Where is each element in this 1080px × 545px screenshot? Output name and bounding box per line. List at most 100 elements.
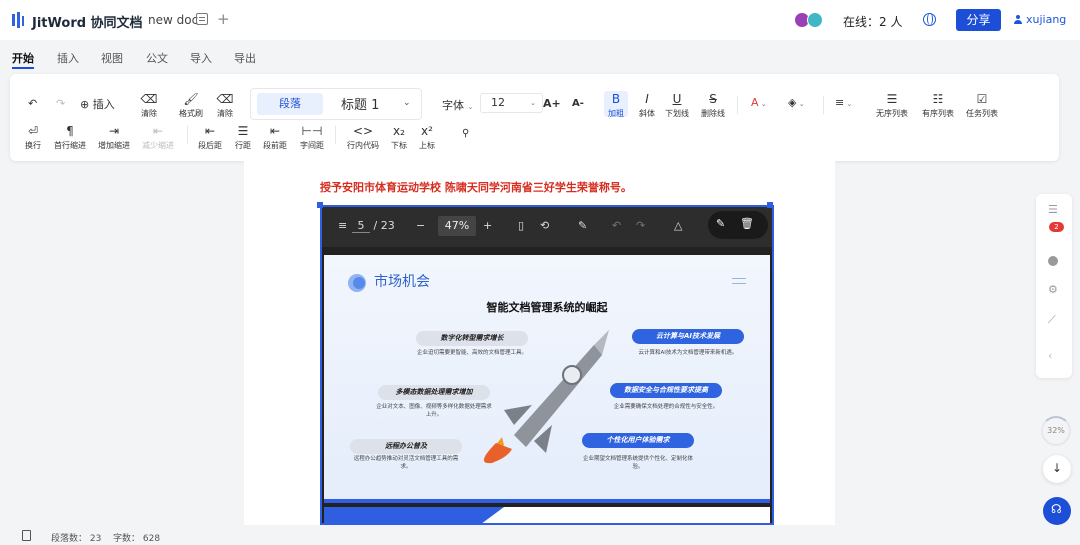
code-icon: <> xyxy=(352,124,374,138)
pdf-embed[interactable]: ≡ 5 / 23 − 47% + ▯ ⟲ ✎ ↶ ↷ △ ✎ 🗑 市场机会 智能… xyxy=(320,205,774,525)
subscript-button[interactable]: x₂ 下标 xyxy=(388,124,410,151)
para-before-button[interactable]: ⇤ 段前距 xyxy=(260,124,290,151)
delete-icon[interactable]: 🗑 xyxy=(740,217,754,230)
line-height-button[interactable]: ☰ 行距 xyxy=(232,124,254,151)
tab-export[interactable]: 导出 xyxy=(234,50,256,66)
superscript-icon: x² xyxy=(421,124,433,138)
online-avatars[interactable] xyxy=(794,12,826,28)
insert-button[interactable]: ⊕ 插入 xyxy=(80,96,115,112)
page-total: / 23 xyxy=(373,219,395,232)
document-icon[interactable] xyxy=(22,530,31,541)
bullet-list-button[interactable]: ☰ 无序列表 xyxy=(872,92,912,119)
embed-actions: ✎ 🗑 xyxy=(708,211,768,239)
wrap-button[interactable]: ⏎ 换行 xyxy=(22,124,44,151)
top-bar: JitWord 协同文档 new doc + 在线：2 人 分享 xujiang xyxy=(0,0,1080,40)
bold-icon: B xyxy=(611,92,621,106)
strikethrough-button[interactable]: S 删除线 xyxy=(700,92,726,119)
italic-button[interactable]: I 斜体 xyxy=(636,92,658,119)
menu-icon[interactable]: ≡ xyxy=(338,219,347,232)
clear-button[interactable]: ⌫ 清除 xyxy=(138,92,160,119)
annotate-icon[interactable]: △ xyxy=(674,219,682,232)
page-indicator: 5 / 23 xyxy=(352,219,395,233)
paragraph-style-select[interactable]: 段落 标题 1 ⌄ xyxy=(250,88,422,120)
share-button[interactable]: 分享 xyxy=(956,9,1001,31)
collapse-icon[interactable]: ‹ xyxy=(1048,350,1060,362)
tab-insert[interactable]: 插入 xyxy=(57,50,79,66)
zoom-level[interactable]: 47% xyxy=(438,216,476,236)
edit-icon[interactable]: ✎ xyxy=(716,217,725,230)
slide-footer-bar xyxy=(324,499,770,503)
redo-icon[interactable]: ↷ xyxy=(636,219,645,232)
task-list-icon: ☑ xyxy=(976,92,988,106)
bold-button[interactable]: B 加粗 xyxy=(604,91,628,118)
user-menu[interactable]: xujiang xyxy=(1014,13,1066,26)
inline-code-button[interactable]: <> 行内代码 xyxy=(344,124,382,151)
underline-button[interactable]: U 下划线 xyxy=(664,92,690,119)
avatar xyxy=(807,12,823,28)
tab-official[interactable]: 公文 xyxy=(146,50,168,66)
magic-wand-icon[interactable]: ⟋ xyxy=(1048,314,1060,326)
document-page[interactable]: 授予安阳市体育运动学校 陈啸天同学河南省三好学生荣誉称号。 ≡ 5 / 23 −… xyxy=(244,161,835,525)
reduce-indent-button[interactable]: ⇤ 减少缩进 xyxy=(140,124,176,151)
highlight-icon[interactable]: ◈ ⌄ xyxy=(788,96,805,109)
para-before-icon: ⇤ xyxy=(269,124,281,138)
letter-spacing-icon: ⊢⊣ xyxy=(301,124,323,138)
comment-badge[interactable]: 2 xyxy=(1049,222,1064,232)
redo-icon[interactable]: ↷ xyxy=(56,97,65,110)
chevron-down-icon[interactable]: ⌄ xyxy=(403,98,411,108)
zoom-out-icon[interactable]: − xyxy=(416,219,425,232)
format-painter-button[interactable]: 🖌 格式刷 xyxy=(176,92,206,119)
divider xyxy=(335,126,336,144)
first-indent-button[interactable]: ¶ 首行缩进 xyxy=(52,124,88,151)
undo-icon[interactable]: ↶ xyxy=(612,219,621,232)
pill-desc: 远程办公趋势推动对灵活文档管理工具的需求。 xyxy=(353,456,459,470)
fit-page-icon[interactable]: ▯ xyxy=(518,219,524,232)
document-red-text[interactable]: 授予安阳市体育运动学校 陈啸天同学河南省三好学生荣誉称号。 xyxy=(320,179,632,195)
add-indent-button[interactable]: ⇥ 增加缩进 xyxy=(96,124,132,151)
divider xyxy=(737,96,738,114)
outline-icon[interactable]: ☰ xyxy=(1048,204,1060,216)
increase-font-icon[interactable]: A+ xyxy=(543,97,561,110)
align-icon[interactable]: ≡ ⌄ xyxy=(835,96,852,109)
clear-format-button[interactable]: ⌫ 清除 xyxy=(214,92,236,119)
rotate-icon[interactable]: ⟲ xyxy=(540,219,549,232)
outdent-icon: ⇤ xyxy=(152,124,164,138)
pill-desc: 企业迫切需要更智能、高效的文档管理工具。 xyxy=(416,350,527,356)
search-icon[interactable]: ⚲ xyxy=(462,128,469,139)
superscript-button[interactable]: x² 上标 xyxy=(416,124,438,151)
history-icon[interactable] xyxy=(1048,256,1058,266)
heading-1-style[interactable]: 标题 1 xyxy=(341,94,379,113)
tab-import[interactable]: 导入 xyxy=(190,50,212,66)
paragraph-count: 段落数： 23 xyxy=(51,534,102,544)
word-count: 字数： 628 xyxy=(113,534,161,544)
pill-label: 云计算与AI技术发展 xyxy=(632,329,744,344)
ordered-list-icon: ☷ xyxy=(932,92,944,106)
resize-handle[interactable] xyxy=(767,202,773,208)
pill-desc: 企业对文本、图像、视频等多样化数据处理需求上升。 xyxy=(376,404,492,418)
slide-title: 市场机会 xyxy=(374,274,430,290)
task-list-button[interactable]: ☑ 任务列表 xyxy=(962,92,1002,119)
zoom-in-icon[interactable]: + xyxy=(483,219,492,232)
font-color-icon[interactable]: A ⌄ xyxy=(751,96,767,109)
para-after-button[interactable]: ⇤ 段后距 xyxy=(196,124,224,151)
letter-spacing-button[interactable]: ⊢⊣ 字间距 xyxy=(298,124,326,151)
page-input[interactable]: 5 xyxy=(352,219,370,233)
font-size-select[interactable]: 12 ⌄ xyxy=(480,93,543,113)
add-tab-button[interactable]: + xyxy=(217,10,230,28)
doc-title[interactable]: new doc xyxy=(148,13,198,27)
gear-icon[interactable]: ⚙ xyxy=(1048,284,1060,296)
paragraph-style[interactable]: 段落 xyxy=(257,93,323,115)
tab-view[interactable]: 视图 xyxy=(101,50,123,66)
support-button[interactable]: ☊ xyxy=(1043,497,1071,525)
ordered-list-button[interactable]: ☷ 有序列表 xyxy=(918,92,958,119)
scroll-down-button[interactable]: ↓ xyxy=(1043,455,1071,483)
font-select[interactable]: 字体 ⌄ xyxy=(442,97,473,113)
tab-start[interactable]: 开始 xyxy=(12,50,34,69)
globe-icon[interactable] xyxy=(923,13,936,26)
font-label: 字体 xyxy=(442,99,464,112)
resize-handle[interactable] xyxy=(317,202,323,208)
draw-icon[interactable]: ✎ xyxy=(578,219,587,232)
undo-icon[interactable]: ↶ xyxy=(28,97,37,110)
decrease-font-icon[interactable]: A- xyxy=(572,98,584,109)
doc-info-icon[interactable] xyxy=(196,13,208,25)
